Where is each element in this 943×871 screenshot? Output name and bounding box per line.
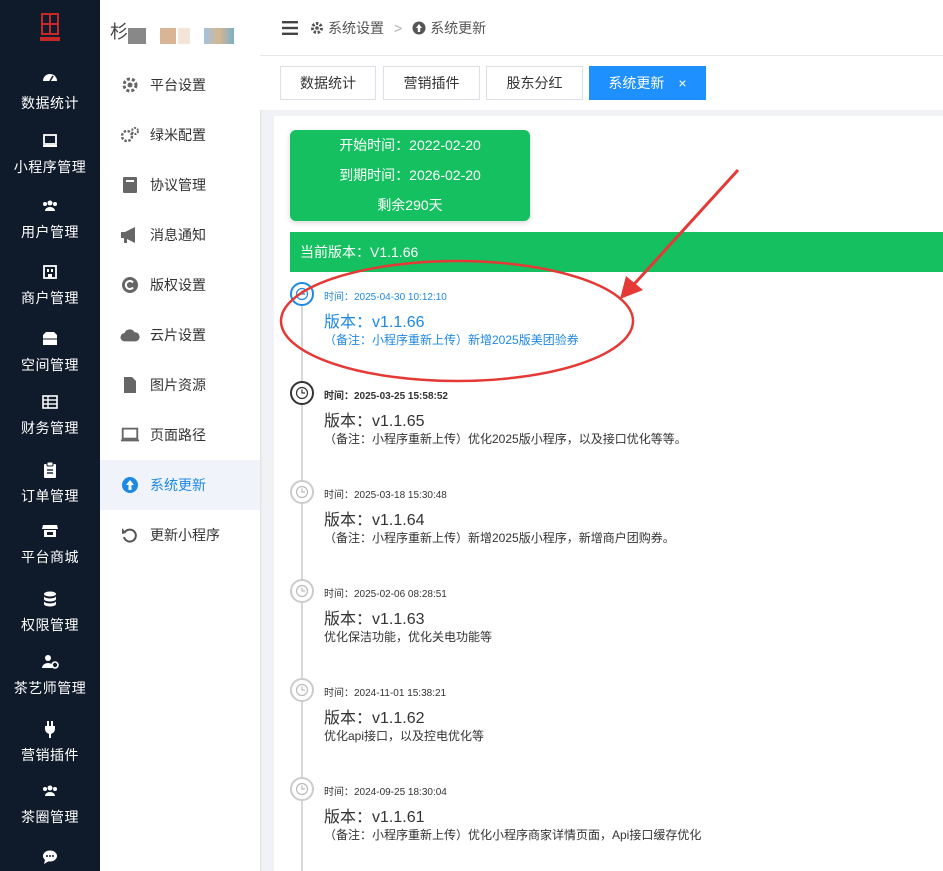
tab-system-update[interactable]: 系统更新 ×: [589, 66, 706, 100]
timeline-time: 时间：2025-03-18 15:30:48: [324, 490, 447, 501]
timeline-time: 时间：2025-04-30 10:12:10: [324, 292, 447, 303]
main-content: 开始时间：2022-02-20 到期时间：2026-02-20 剩余290天 当…: [274, 116, 943, 871]
users-icon: [41, 197, 59, 215]
license-remaining: 剩余290天: [377, 197, 443, 213]
database-icon: [41, 590, 59, 608]
breadcrumb: 系统设置 > 系统更新: [310, 18, 486, 38]
timeline-time: 时间：2025-02-06 08:28:51: [324, 589, 447, 600]
breadcrumb-settings[interactable]: 系统设置: [328, 18, 384, 38]
timeline-version: 版本：v1.1.65: [324, 413, 425, 430]
chat-icon: [41, 848, 59, 866]
timeline-note: 优化api接口，以及控电优化等: [324, 729, 485, 743]
brand-text: 杉: [110, 22, 128, 42]
license-end: 到期时间：2026-02-20: [339, 167, 481, 183]
license-start: 开始时间：2022-02-20: [339, 137, 481, 153]
clock-icon: [290, 282, 314, 306]
current-version-bar: 当前版本：V1.1.66: [290, 232, 943, 272]
monitor-icon: [41, 132, 59, 150]
dashboard-icon: [41, 68, 59, 86]
subnav-item-lumi-config[interactable]: 绿米配置: [100, 110, 260, 160]
timeline-version: 版本：v1.1.64: [324, 512, 425, 529]
nav-item-tea-masters[interactable]: 茶艺师管理: [0, 653, 100, 698]
settings-sidebar: 杉 平台设置 绿米配置 协议管理 消息通知 版权设置 云片设置 图片资源 页面路…: [100, 0, 260, 871]
timeline-note: 优化保洁功能，优化关电功能等: [324, 630, 493, 644]
logo-icon: [36, 12, 64, 44]
nav-item-marketing[interactable]: 营销插件: [0, 720, 100, 765]
brand-logo-block: [204, 28, 234, 44]
subnav-item-page-paths[interactable]: 页面路径: [100, 410, 260, 460]
tab-dashboard[interactable]: 数据统计: [280, 66, 376, 100]
file-icon: [120, 375, 140, 395]
plug-icon: [41, 720, 59, 738]
subnav-item-platform-settings[interactable]: 平台设置: [100, 60, 260, 110]
breadcrumb-separator: >: [394, 19, 403, 36]
laptop-icon: [120, 425, 140, 445]
table-icon: [41, 393, 59, 411]
undo-icon: [120, 525, 140, 545]
top-header: 系统设置 > 系统更新: [260, 0, 943, 56]
gear-icon: [120, 75, 140, 95]
nav-item-tea-circle[interactable]: 茶圈管理: [0, 782, 100, 827]
book-icon: [120, 175, 140, 195]
user-gear-icon: [41, 653, 59, 671]
upload-icon: [120, 475, 140, 495]
clock-icon: [290, 381, 314, 405]
timeline-version: 版本：v1.1.62: [324, 710, 425, 727]
hamburger-icon[interactable]: [282, 20, 298, 35]
nav-item-mall[interactable]: 平台商城: [0, 522, 100, 567]
clock-icon: [290, 678, 314, 702]
clock-icon: [290, 777, 314, 801]
timeline-version: 版本：v1.1.66: [324, 314, 425, 331]
subnav-item-images[interactable]: 图片资源: [100, 360, 260, 410]
clock-icon: [290, 579, 314, 603]
main-sidebar: 数据统计 小程序管理 用户管理 商户管理 空间管理 财务管理 订单管理 平台商城…: [0, 0, 100, 871]
brand-logo-block: [178, 28, 190, 44]
timeline-time: 时间：2025-03-25 15:58:52: [324, 391, 448, 402]
gears-icon: [120, 125, 140, 145]
nav-item-dashboard[interactable]: 数据统计: [0, 68, 100, 113]
nav-item-finance[interactable]: 财务管理: [0, 393, 100, 438]
shop-icon: [41, 522, 59, 540]
store-icon: [41, 263, 59, 281]
group-icon: [41, 782, 59, 800]
cloud-icon: [120, 325, 140, 345]
copyright-icon: [120, 275, 140, 295]
tab-dividends[interactable]: 股东分红: [486, 66, 583, 100]
timeline-time: 时间：2024-09-25 18:30:04: [324, 787, 447, 798]
timeline-version: 版本：v1.1.61: [324, 809, 425, 826]
tabs-bar: 数据统计 营销插件 股东分红 系统更新 ×: [260, 56, 943, 110]
nav-item-users[interactable]: 用户管理: [0, 197, 100, 242]
license-card: 开始时间：2022-02-20 到期时间：2026-02-20 剩余290天: [290, 130, 530, 221]
breadcrumb-system-update: 系统更新: [430, 19, 487, 36]
timeline-note: （备注：小程序重新上传）优化小程序商家详情页面，Api接口缓存优化: [324, 828, 702, 842]
timeline-note: （备注：小程序重新上传）优化2025版小程序，以及接口优化等等。: [324, 432, 687, 446]
nav-item-chat[interactable]: [0, 848, 100, 866]
timeline-note: （备注：小程序重新上传）新增2025版小程序，新增商户团购券。: [324, 531, 675, 545]
subnav-item-cloud[interactable]: 云片设置: [100, 310, 260, 360]
timeline-note: （备注：小程序重新上传）新增2025版美团验券: [324, 333, 579, 347]
megaphone-icon: [120, 225, 140, 245]
timeline-version: 版本：v1.1.63: [324, 611, 425, 628]
brand-logo-block: [128, 28, 146, 44]
tab-marketing[interactable]: 营销插件: [383, 66, 480, 100]
close-icon[interactable]: ×: [678, 75, 686, 91]
nav-item-permissions[interactable]: 权限管理: [0, 590, 100, 635]
box-icon: [41, 330, 59, 348]
clipboard-icon: [41, 461, 59, 479]
nav-item-spaces[interactable]: 空间管理: [0, 330, 100, 375]
subnav-item-agreements[interactable]: 协议管理: [100, 160, 260, 210]
subnav-item-notifications[interactable]: 消息通知: [100, 210, 260, 260]
clock-icon: [290, 480, 314, 504]
gear-icon: [310, 21, 324, 35]
subnav-item-copyright[interactable]: 版权设置: [100, 260, 260, 310]
brand-logo-block: [160, 28, 176, 44]
nav-item-merchants[interactable]: 商户管理: [0, 263, 100, 308]
upload-icon: [412, 21, 426, 35]
subnav-item-update-miniprogram[interactable]: 更新小程序: [100, 510, 260, 560]
nav-item-orders[interactable]: 订单管理: [0, 461, 100, 506]
nav-item-miniprogram[interactable]: 小程序管理: [0, 132, 100, 177]
timeline-time: 时间：2024-11-01 15:38:21: [324, 688, 447, 699]
subnav-item-system-update[interactable]: 系统更新: [100, 460, 260, 510]
